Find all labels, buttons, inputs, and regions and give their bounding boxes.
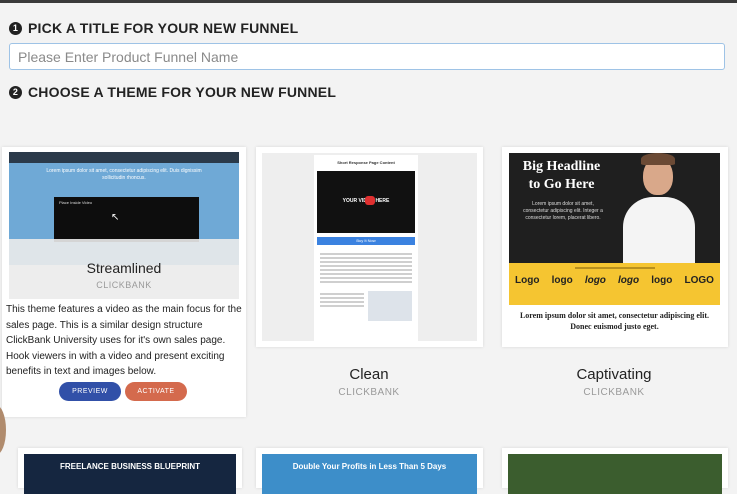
thumb-headline: FREELANCE BUSINESS BLUEPRINT xyxy=(59,462,200,471)
thumb-buy-button: Buy It Now xyxy=(317,237,415,245)
step-2-title: CHOOSE A THEME FOR YOUR NEW FUNNEL xyxy=(28,84,337,100)
thumb-body: Lorem ipsum dolor sit amet, consectetur … xyxy=(523,201,603,221)
theme-card-captivating[interactable]: Big Headline to Go Here Lorem ipsum dolo… xyxy=(502,147,728,347)
thumb-navbar xyxy=(9,152,239,163)
theme-name: Streamlined xyxy=(86,260,162,276)
theme-card-row2-1[interactable]: FREELANCE BUSINESS BLUEPRINT xyxy=(18,448,242,494)
thumb-headline: Double Your Profits in Less Than 5 Days xyxy=(292,462,447,471)
thumb-columns xyxy=(314,285,418,321)
thumb-video: YOUR VIDEO HERE xyxy=(317,171,415,233)
step-1-title: PICK A TITLE FOR YOUR NEW FUNNEL xyxy=(28,20,299,36)
thumb-text-lines xyxy=(314,245,418,283)
theme-thumbnail: Big Headline to Go Here Lorem ipsum dolo… xyxy=(509,153,720,341)
play-icon xyxy=(365,196,375,205)
funnel-name-input[interactable] xyxy=(9,43,725,70)
theme-name: Captivating xyxy=(576,366,652,383)
thumb-headline: Short Response Page Content xyxy=(337,160,395,165)
step-number-badge: 2 xyxy=(9,85,22,99)
thumb-headline: Lorem ipsum dolor sit amet, consectetur … xyxy=(46,168,202,181)
theme-description: This theme features a video as the main … xyxy=(6,304,242,377)
thumb-footer-text: Lorem ipsum dolor sit amet, consectetur … xyxy=(519,311,710,331)
theme-vendor: CLICKBANK xyxy=(96,280,152,290)
top-bar xyxy=(0,0,737,3)
theme-thumbnail: FREELANCE BUSINESS BLUEPRINT xyxy=(24,454,236,494)
theme-vendor: CLICKBANK xyxy=(583,387,645,398)
thumb-logo-row: Logo logo logo logo logo LOGO xyxy=(515,275,714,286)
step-number-badge: 1 xyxy=(9,21,22,35)
theme-thumbnail: Double Your Profits in Less Than 5 Days xyxy=(262,454,477,494)
thumb-headline: Big Headline to Go Here xyxy=(522,159,601,192)
theme-vendor: CLICKBANK xyxy=(338,387,400,398)
theme-card-row2-2[interactable]: Double Your Profits in Less Than 5 Days xyxy=(256,448,483,494)
activate-button[interactable]: ACTIVATE xyxy=(125,382,187,401)
theme-thumbnail: Short Response Page Content YOUR VIDEO H… xyxy=(262,153,477,341)
theme-caption-clean: Clean CLICKBANK xyxy=(259,366,479,398)
thumb-video-title: Place Inside Video xyxy=(59,200,93,205)
thumb-logo-band: Logo logo logo logo logo LOGO xyxy=(509,263,720,305)
theme-caption-captivating: Captivating CLICKBANK xyxy=(504,366,724,398)
theme-card-clean[interactable]: Short Response Page Content YOUR VIDEO H… xyxy=(256,147,483,347)
theme-thumbnail xyxy=(508,454,722,494)
thumb-hero: Big Headline to Go Here Lorem ipsum dolo… xyxy=(509,153,720,263)
cursor-icon: ↖ xyxy=(111,212,120,223)
step-1-heading: 1 PICK A TITLE FOR YOUR NEW FUNNEL xyxy=(9,20,298,36)
theme-card-row2-3[interactable] xyxy=(502,448,728,494)
step-2-heading: 2 CHOOSE A THEME FOR YOUR NEW FUNNEL xyxy=(9,84,336,100)
thumb-video: Place Inside Video ↖ xyxy=(54,197,199,242)
thumb-page: Short Response Page Content YOUR VIDEO H… xyxy=(314,155,418,341)
person-image xyxy=(621,153,696,263)
preview-button[interactable]: PREVIEW xyxy=(59,382,121,401)
theme-name: Clean xyxy=(349,366,389,383)
